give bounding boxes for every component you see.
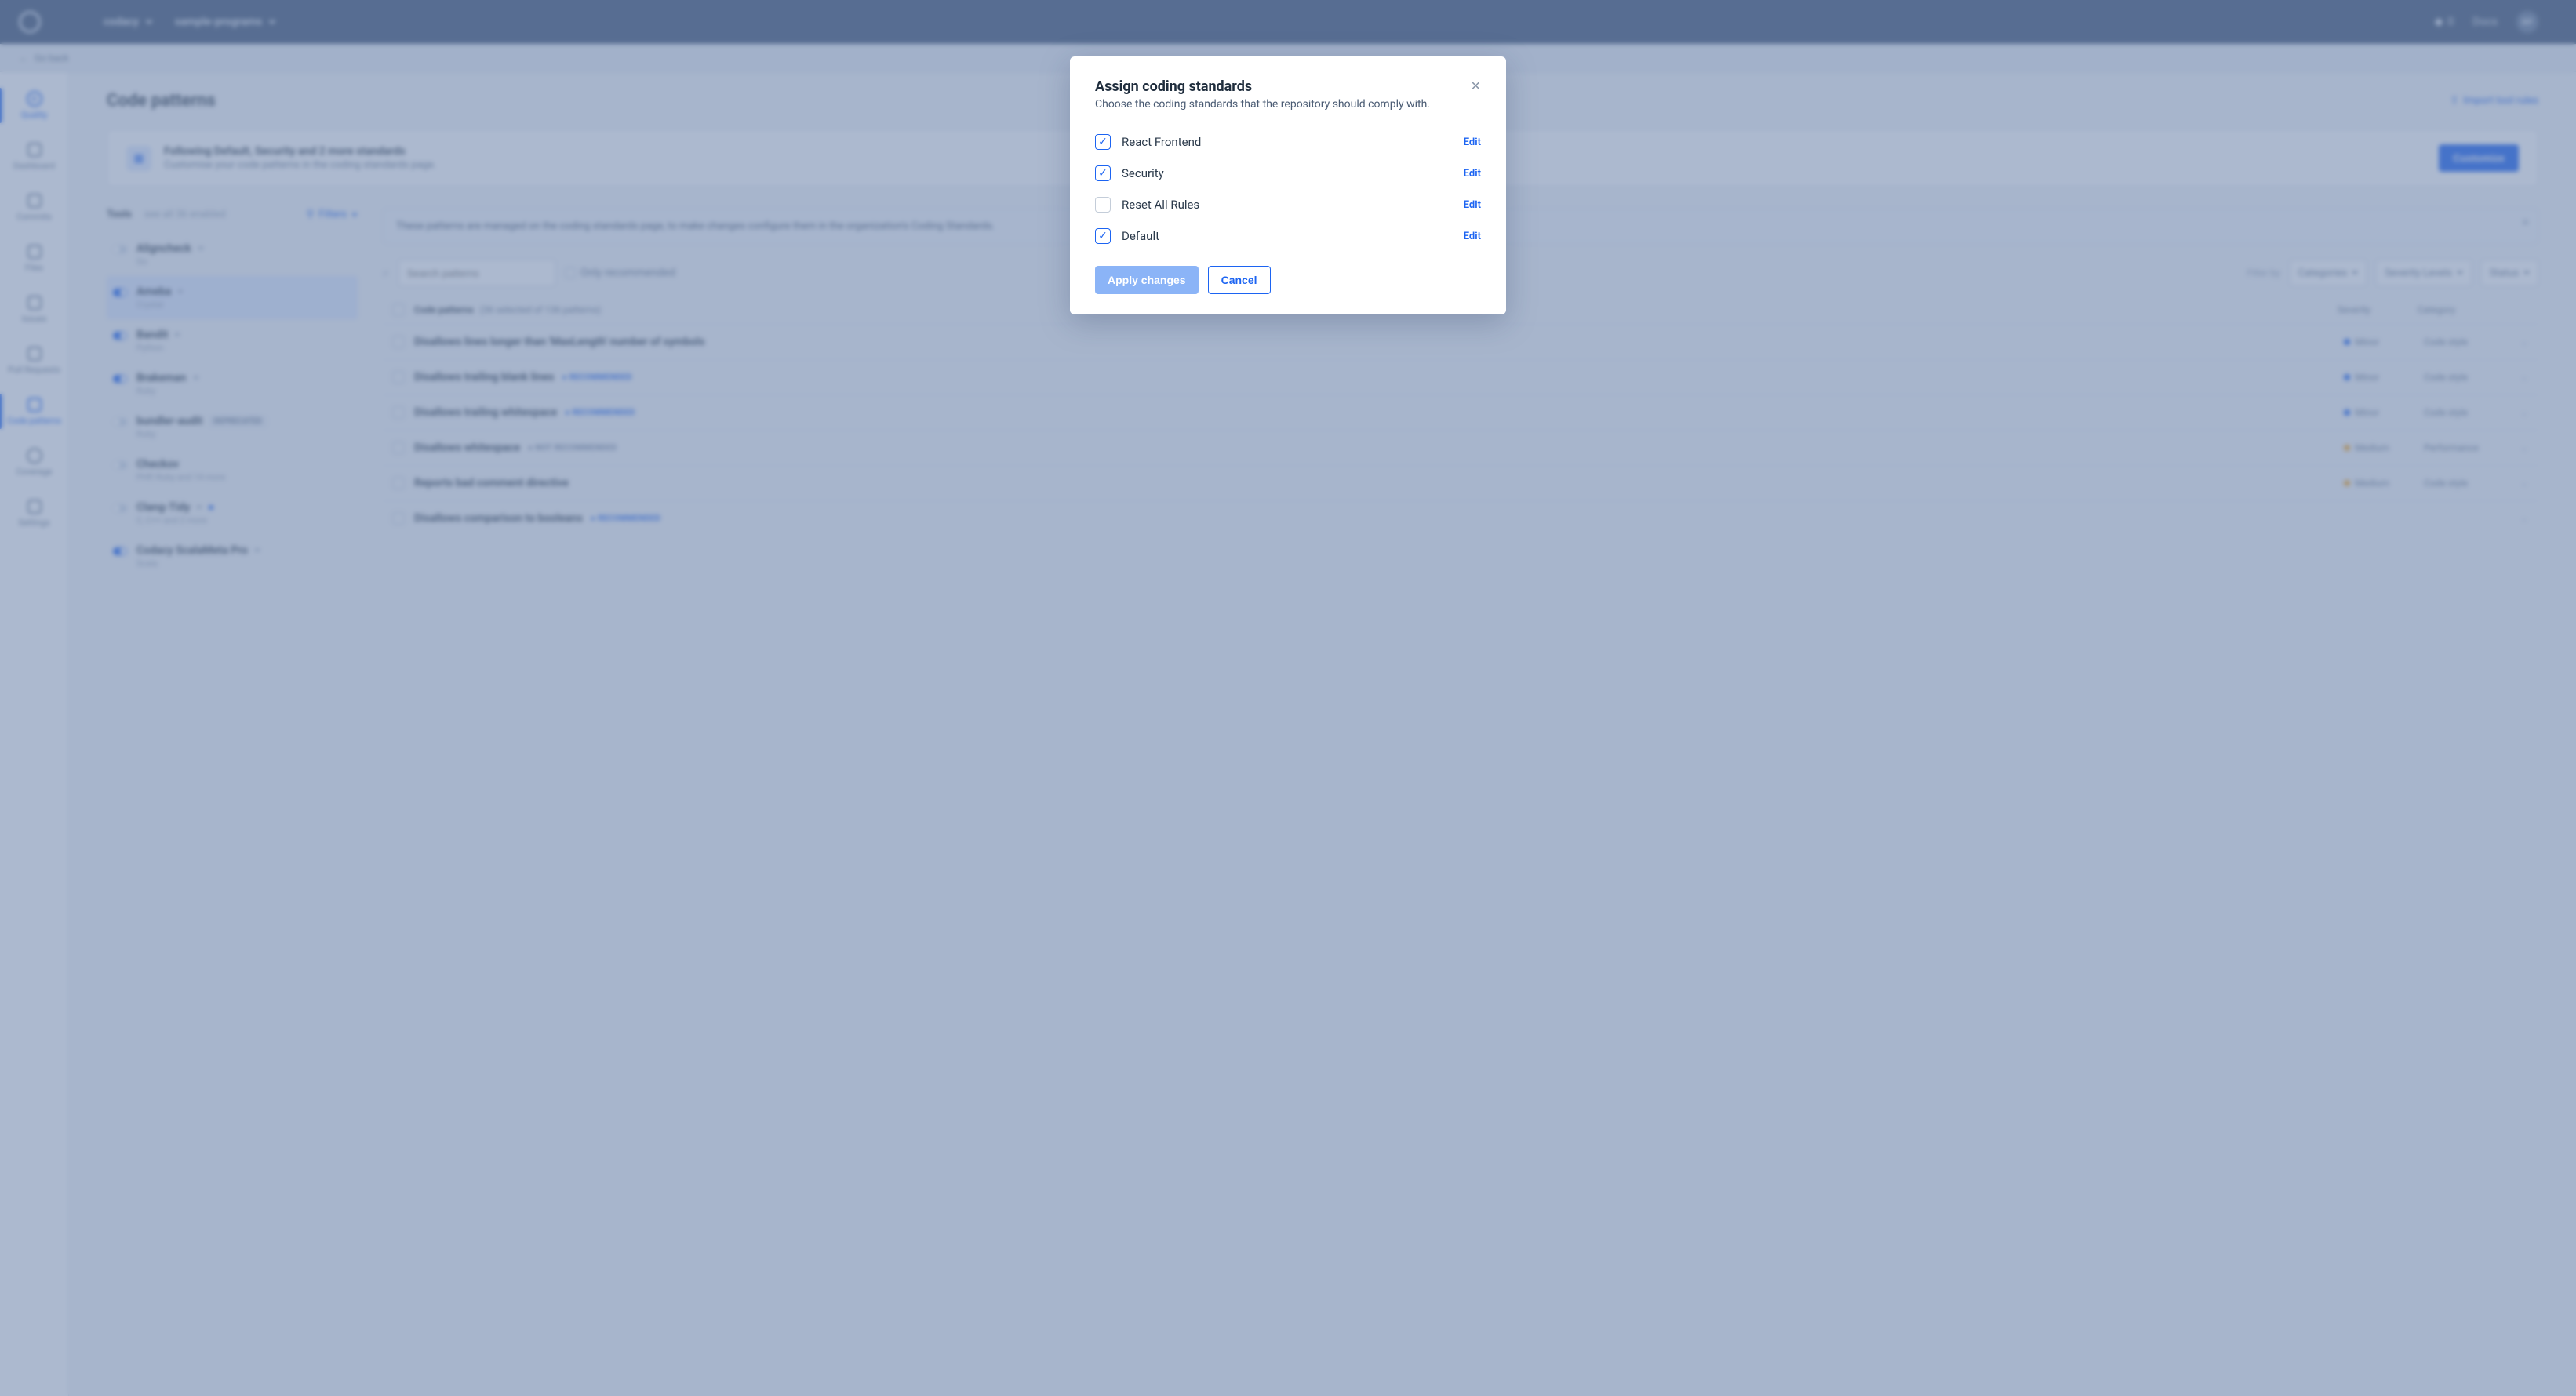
standard-checkbox[interactable]: ✓ [1095,165,1111,181]
apply-changes-button[interactable]: Apply changes [1095,266,1199,294]
standard-name: Security [1122,166,1453,180]
edit-link[interactable]: Edit [1464,168,1481,180]
edit-link[interactable]: Edit [1464,199,1481,211]
standard-name: React Frontend [1122,135,1453,149]
standard-name: Reset All Rules [1122,198,1453,212]
modal-subtitle: Choose the coding standards that the rep… [1095,98,1481,111]
modal-title: Assign coding standards [1095,78,1252,95]
standard-checkbox[interactable] [1095,197,1111,213]
edit-link[interactable]: Edit [1464,136,1481,148]
standard-row: ✓ React Frontend Edit [1095,126,1481,158]
standard-name: Default [1122,229,1453,243]
standard-checkbox[interactable]: ✓ [1095,228,1111,244]
standard-row: ✓ Security Edit [1095,158,1481,189]
close-icon[interactable]: ✕ [1471,78,1481,93]
standards-list: ✓React FrontendEdit✓SecurityEditReset Al… [1095,126,1481,252]
modal-overlay[interactable]: Assign coding standards ✕ Choose the cod… [0,0,2576,1396]
cancel-button[interactable]: Cancel [1208,266,1271,294]
edit-link[interactable]: Edit [1464,231,1481,242]
standard-checkbox[interactable]: ✓ [1095,134,1111,150]
assign-standards-modal: Assign coding standards ✕ Choose the cod… [1070,56,1506,314]
standard-row: ✓ Default Edit [1095,220,1481,252]
standard-row: Reset All Rules Edit [1095,189,1481,220]
